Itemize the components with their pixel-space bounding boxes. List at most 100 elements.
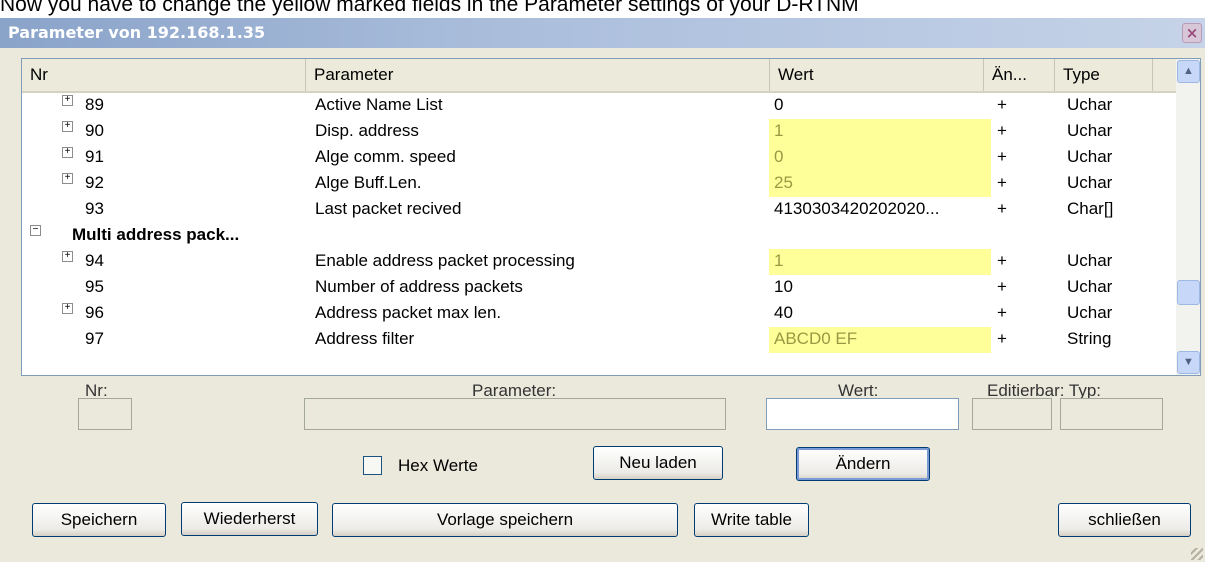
cell-type: Uchar (1067, 277, 1113, 296)
column-header-wert[interactable]: Wert (770, 59, 984, 91)
expand-icon[interactable]: + (62, 173, 73, 184)
table-row[interactable]: + 90 Disp. address 1 + Uchar (22, 119, 1176, 145)
cell-nr: 90 (85, 121, 104, 140)
schliessen-button[interactable]: schließen (1058, 503, 1191, 537)
scroll-up-icon[interactable]: ▲ (1177, 60, 1200, 83)
table-row[interactable]: + 92 Alge Buff.Len. 25 + Uchar (22, 171, 1176, 197)
column-header-parameter[interactable]: Parameter (306, 59, 770, 91)
cell-wert: 0 (774, 147, 784, 166)
cell-wert: 0 (774, 95, 784, 114)
cell-type: Uchar (1067, 121, 1113, 140)
cell-editable: + (997, 95, 1007, 114)
highlight-marker (769, 145, 991, 171)
hex-werte-label: Hex Werte (398, 456, 478, 475)
cell-type: String (1067, 329, 1112, 348)
cell-nr: 92 (85, 173, 104, 192)
resize-grip-icon[interactable] (1191, 548, 1203, 560)
hex-werte-checkbox[interactable] (363, 456, 382, 475)
cell-parameter: Enable address packet processing (315, 251, 575, 270)
collapse-icon[interactable]: − (30, 225, 41, 236)
expand-icon[interactable]: + (62, 303, 73, 314)
nr-field (78, 398, 132, 430)
parameter-field (304, 398, 726, 430)
close-button[interactable]: × (1182, 23, 1202, 43)
cell-parameter: Alge Buff.Len. (315, 173, 422, 192)
editierbar-field (972, 398, 1052, 430)
cell-editable: + (997, 277, 1007, 296)
highlight-marker (769, 119, 991, 145)
cell-type: Uchar (1067, 147, 1113, 166)
cell-editable: + (997, 121, 1007, 140)
vertical-scrollbar[interactable]: ▲ ▼ (1176, 59, 1200, 375)
aendern-button[interactable]: Ändern (796, 447, 930, 481)
expand-icon[interactable]: + (62, 121, 73, 132)
vorlage-speichern-button[interactable]: Vorlage speichern (332, 503, 678, 537)
title-bar[interactable]: Parameter von 192.168.1.35 × (0, 18, 1205, 48)
table-row[interactable]: + 91 Alge comm. speed 0 + Uchar (22, 145, 1176, 171)
cell-parameter: Active Name List (315, 95, 443, 114)
speichern-button[interactable]: Speichern (32, 503, 166, 537)
cell-wert: 25 (774, 173, 793, 192)
expand-icon[interactable]: + (62, 251, 73, 262)
window-title: Parameter von 192.168.1.35 (8, 23, 266, 42)
cell-editable: + (997, 173, 1007, 192)
cell-type: Uchar (1067, 173, 1113, 192)
group-row[interactable]: − Multi address pack... (22, 223, 1176, 249)
cell-wert: 4130303420202020... (774, 199, 940, 218)
wert-input[interactable] (766, 398, 959, 430)
cell-wert: 10 (774, 277, 793, 296)
table-row[interactable]: 97 Address filter ABCD0 EF + String (22, 327, 1176, 353)
cell-wert: 1 (774, 251, 784, 270)
cell-type: Uchar (1067, 303, 1113, 322)
column-header-type[interactable]: Type (1055, 59, 1153, 91)
cell-type: Char[] (1067, 199, 1114, 218)
cell-wert: ABCD0 EF (774, 329, 858, 348)
column-header-aenderbar[interactable]: Än... (984, 59, 1055, 91)
cell-editable: + (997, 329, 1007, 348)
instruction-caption: Now you have to change the yellow marked… (0, 0, 859, 16)
table-row[interactable]: + 94 Enable address packet processing 1 … (22, 249, 1176, 275)
cell-type: Uchar (1067, 95, 1113, 114)
cell-wert: 40 (774, 303, 793, 322)
cell-editable: + (997, 147, 1007, 166)
cell-nr: 95 (85, 277, 104, 296)
table-row[interactable]: + 89 Active Name List 0 + Uchar (22, 93, 1176, 119)
cell-nr: 93 (85, 199, 104, 218)
table-row[interactable]: 93 Last packet recived 4130303420202020.… (22, 197, 1176, 223)
cell-nr: 96 (85, 303, 104, 322)
cell-parameter: Alge comm. speed (315, 147, 456, 166)
cell-nr: 94 (85, 251, 104, 270)
cell-editable: + (997, 199, 1007, 218)
close-icon: × (1185, 24, 1199, 42)
table-row[interactable]: 95 Number of address packets 10 + Uchar (22, 275, 1176, 301)
cell-nr: 91 (85, 147, 104, 166)
table-row[interactable]: + 96 Address packet max len. 40 + Uchar (22, 301, 1176, 327)
cell-editable: + (997, 303, 1007, 322)
scroll-thumb[interactable] (1177, 280, 1200, 305)
cell-nr: 97 (85, 329, 104, 348)
typ-field (1060, 398, 1163, 430)
cell-wert: 1 (774, 121, 784, 140)
table-header: Nr Parameter Wert Än... Type (22, 59, 1176, 93)
parameter-table: Nr Parameter Wert Än... Type + 89 Active… (21, 58, 1201, 376)
cell-editable: + (997, 251, 1007, 270)
highlight-marker (769, 171, 991, 197)
cell-nr: 89 (85, 95, 104, 114)
wiederherst-button[interactable]: Wiederherst (181, 502, 318, 536)
expand-icon[interactable]: + (62, 147, 73, 158)
neu-laden-button[interactable]: Neu laden (593, 446, 723, 480)
cell-parameter: Number of address packets (315, 277, 523, 296)
write-table-button[interactable]: Write table (694, 503, 809, 537)
expand-icon[interactable]: + (62, 95, 73, 106)
scroll-down-icon[interactable]: ▼ (1177, 351, 1200, 374)
column-header-nr[interactable]: Nr (22, 59, 306, 91)
cell-parameter: Address packet max len. (315, 303, 502, 322)
group-label: Multi address pack... (72, 225, 240, 244)
cell-parameter: Address filter (315, 329, 415, 348)
cell-type: Uchar (1067, 251, 1113, 270)
cell-parameter: Disp. address (315, 121, 419, 140)
parameter-dialog: Parameter von 192.168.1.35 × Nr Paramete… (0, 18, 1205, 562)
highlight-marker (769, 249, 991, 275)
table-body: + 89 Active Name List 0 + Uchar + 90 Dis… (22, 93, 1176, 353)
cell-parameter: Last packet recived (315, 199, 462, 218)
